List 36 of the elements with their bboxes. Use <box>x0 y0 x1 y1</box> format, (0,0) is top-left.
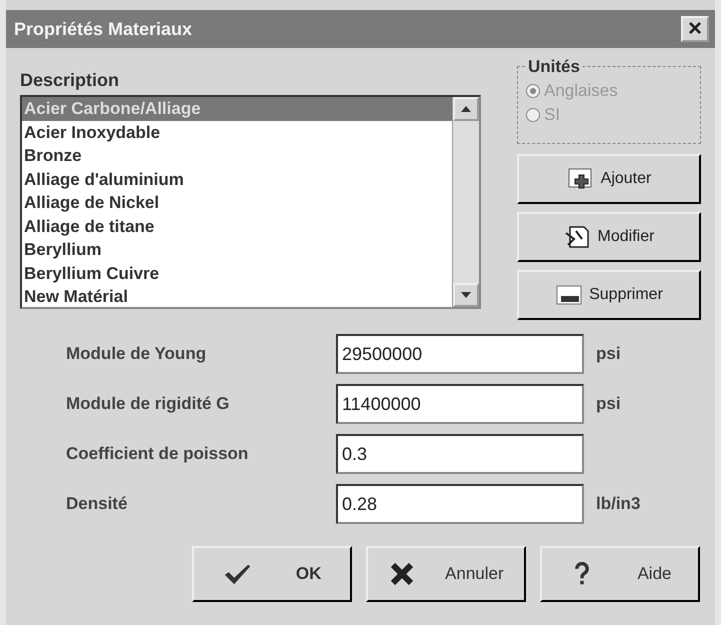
close-button[interactable]: × <box>681 16 709 42</box>
field-label: Module de Young <box>66 344 208 364</box>
checkmark-icon <box>222 562 251 586</box>
unit-label: psi <box>596 344 622 364</box>
dialog-button[interactable]: OK <box>192 546 352 602</box>
tray-icon <box>555 283 584 307</box>
list-item[interactable]: Beryllium <box>22 238 452 262</box>
dialog-button[interactable]: Aide <box>540 546 700 602</box>
radio-label: Anglaises <box>544 81 618 101</box>
action-button[interactable]: Modifier <box>517 212 701 262</box>
list-item[interactable]: Bronze <box>22 144 452 168</box>
list-label: Description <box>20 70 120 91</box>
radio-label: SI <box>544 105 560 125</box>
list-item[interactable]: Alliage de titane <box>22 214 452 238</box>
field-label: Module de rigidité G <box>66 394 230 414</box>
document-icon <box>564 225 592 249</box>
list-item[interactable]: Alliage d'aluminium <box>22 168 452 191</box>
list-item[interactable]: Acier Inoxydable <box>22 120 452 144</box>
action-button[interactable]: Supprimer <box>517 270 701 320</box>
field-label: Densité <box>66 494 128 514</box>
window-title: Propriétés Materiaux <box>14 18 192 40</box>
down-arrow-icon <box>461 292 471 298</box>
list-item[interactable]: New Matérial <box>22 285 452 307</box>
dialog-button[interactable]: Annuler <box>366 546 526 602</box>
input-field[interactable]: 29500000 <box>336 334 584 374</box>
action-button[interactable]: Ajouter <box>517 154 701 204</box>
scrollbar[interactable] <box>452 97 479 307</box>
unit-label: psi <box>596 394 622 414</box>
list-item[interactable]: Beryllium Cuivre <box>22 262 452 285</box>
up-arrow-icon <box>461 106 471 112</box>
input-field[interactable]: 11400000 <box>336 384 584 424</box>
field-label: Coefficient de poisson <box>66 444 250 464</box>
input-field[interactable]: 0.3 <box>336 434 584 474</box>
input-field[interactable]: 0.28 <box>336 484 584 524</box>
list-item[interactable]: Alliage de Nickel <box>22 191 452 214</box>
unit-label: lb/in3 <box>596 494 642 514</box>
